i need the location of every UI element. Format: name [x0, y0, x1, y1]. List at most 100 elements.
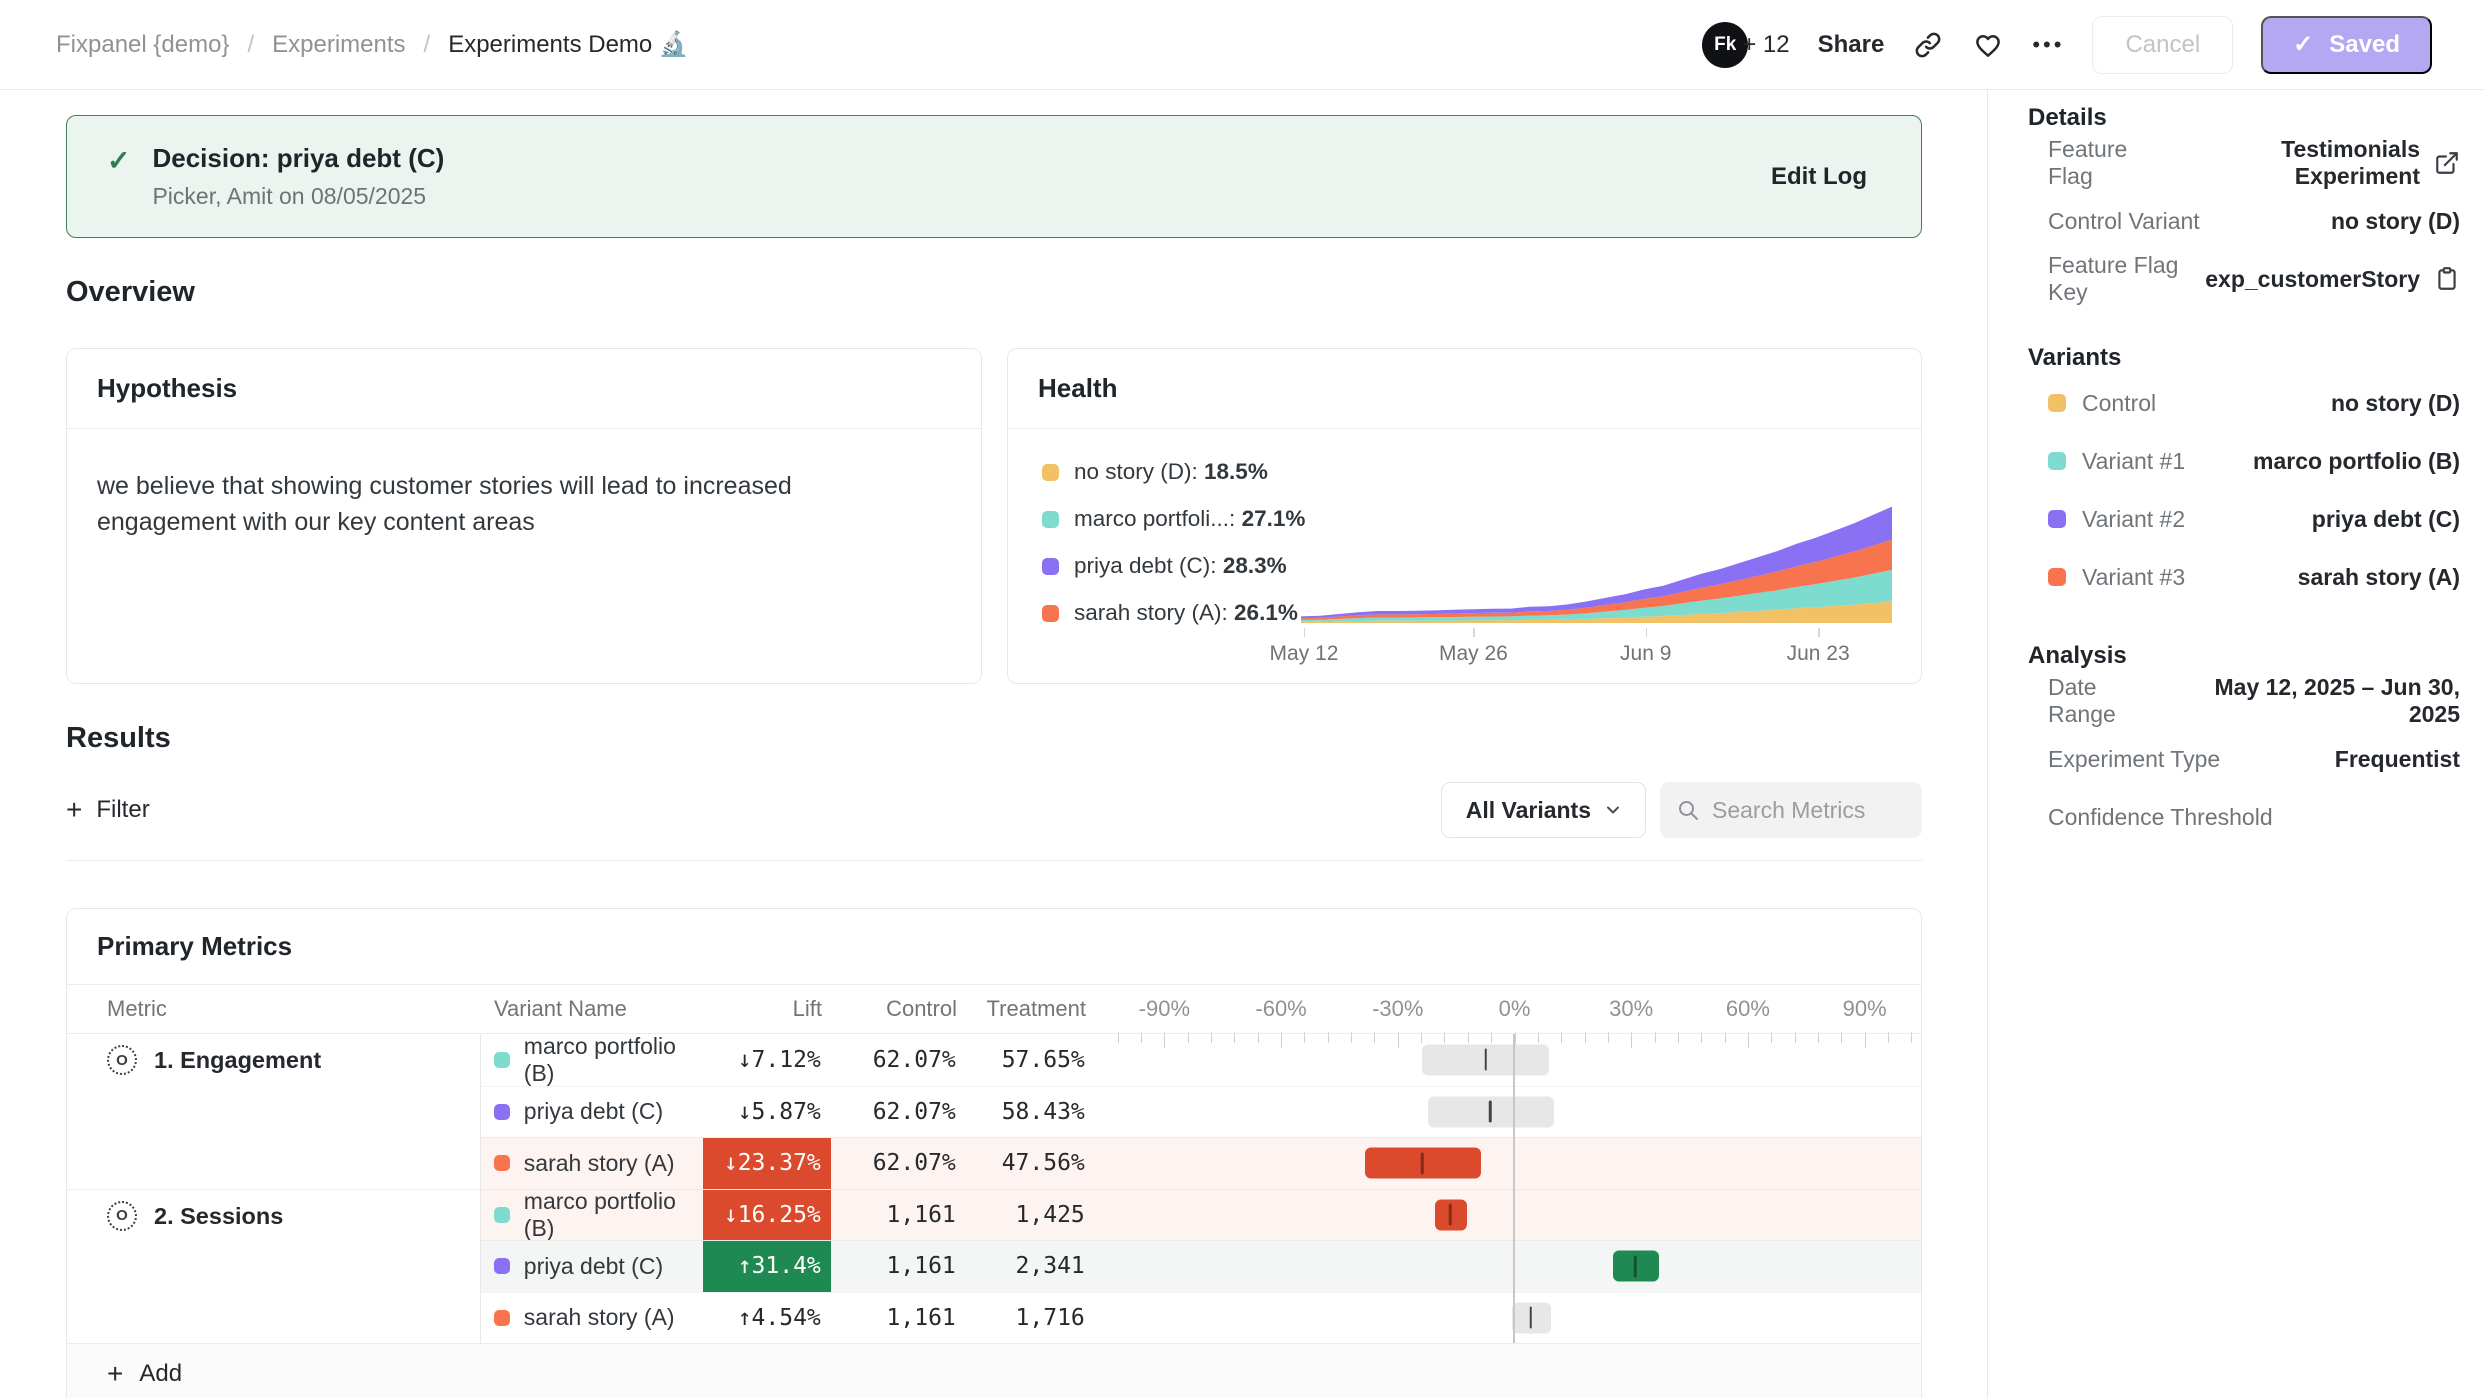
health-card-title: Health — [1008, 349, 1921, 429]
legend-label: no story (D): 18.5% — [1074, 459, 1268, 485]
cancel-button[interactable]: Cancel — [2092, 16, 2233, 74]
variant-name: priya debt (C) — [524, 1098, 663, 1125]
x-tick-label: May 12 — [1270, 642, 1339, 666]
table-body: O1. EngagementO2. Sessionsmarco portfoli… — [67, 1033, 1921, 1343]
ci-bar[interactable] — [1512, 1302, 1551, 1333]
sidebar-row-label: Feature Flag — [2028, 136, 2170, 190]
sidebar-row-value: Frequentist — [2335, 746, 2460, 773]
legend-label: sarah story (A): 26.1% — [1074, 600, 1298, 626]
sidebar-row-value: priya debt (C) — [2312, 506, 2460, 533]
hypothesis-text: we believe that showing customer stories… — [67, 429, 947, 580]
ci-bar[interactable] — [1613, 1251, 1659, 1282]
copy-link-icon[interactable] — [1912, 29, 1944, 61]
sidebar-heading-analysis: Analysis — [2028, 642, 2460, 672]
treatment-cell: 1,425 — [956, 1202, 1085, 1228]
ci-bar[interactable] — [1422, 1044, 1549, 1075]
share-button[interactable]: Share — [1818, 31, 1885, 59]
x-tick-label: May 26 — [1439, 642, 1508, 666]
legend-swatch — [1042, 605, 1059, 622]
favorite-heart-icon[interactable] — [1972, 29, 2004, 61]
variant-name-cell: marco portfolio (B) — [481, 1033, 703, 1087]
table-row[interactable]: sarah story (A)↑4.54%1,1611,716 — [481, 1292, 1921, 1344]
sidebar-value-text: no story (D) — [2331, 208, 2460, 235]
add-metric-button[interactable]: + Add — [67, 1343, 1921, 1398]
sidebar-section-analysis: AnalysisDate RangeMay 12, 2025 – Jun 30,… — [2028, 642, 2460, 846]
sidebar-row: Date RangeMay 12, 2025 – Jun 30, 2025 — [2028, 672, 2460, 730]
treatment-cell: 1,716 — [956, 1305, 1085, 1331]
sidebar-row-label: Variant #2 — [2028, 506, 2185, 533]
ci-zero-line — [1513, 1034, 1515, 1343]
column-header-control: Control — [832, 996, 957, 1022]
health-legend-item[interactable]: sarah story (A): 26.1% — [1042, 600, 1305, 626]
x-tick — [1818, 628, 1820, 637]
column-header-lift: Lift — [704, 996, 832, 1022]
clipboard-icon[interactable] — [2434, 266, 2460, 292]
add-filter-button[interactable]: + Filter — [66, 794, 150, 826]
sidebar-row: Feature FlagTestimonials Experiment — [2028, 134, 2460, 192]
variant-swatch — [2048, 394, 2066, 412]
health-legend-item[interactable]: no story (D): 18.5% — [1042, 459, 1305, 485]
lift-cell: ↓16.25% — [703, 1190, 831, 1241]
search-metrics-input[interactable] — [1712, 797, 1906, 824]
variant-swatch — [494, 1207, 510, 1223]
main-content: ✓ Decision: priya debt (C) Picker, Amit … — [0, 90, 1987, 1398]
hypothesis-card-title: Hypothesis — [67, 349, 981, 429]
breadcrumb: Fixpanel {demo} / Experiments / Experime… — [56, 30, 689, 59]
saved-button[interactable]: ✓ Saved — [2261, 16, 2432, 74]
variant-swatch — [494, 1310, 510, 1326]
variant-name-cell: priya debt (C) — [481, 1098, 703, 1125]
table-row[interactable]: marco portfolio (B)↓7.12%62.07%57.65% — [481, 1034, 1921, 1086]
sidebar-row: Variant #1marco portfolio (B) — [2028, 432, 2460, 490]
metric-group-2-sessions[interactable]: O2. Sessions — [67, 1189, 480, 1344]
ci-mean-tick — [1449, 1204, 1452, 1226]
sidebar-value-text: May 12, 2025 – Jun 30, 2025 — [2167, 674, 2460, 728]
variant-name-cell: marco portfolio (B) — [481, 1188, 703, 1242]
x-tick — [1304, 628, 1306, 637]
sidebar-value-text: sarah story (A) — [2298, 564, 2460, 591]
health-legend-item[interactable]: marco portfoli...: 27.1% — [1042, 506, 1305, 532]
ci-axis-tick-label: -60% — [1255, 996, 1306, 1022]
variants-dropdown[interactable]: All Variants — [1441, 782, 1646, 838]
legend-label: marco portfoli...: 27.1% — [1074, 506, 1305, 532]
sidebar-row-value: May 12, 2025 – Jun 30, 2025 — [2167, 674, 2460, 728]
table-row[interactable]: priya debt (C)↑31.4%1,1612,341 — [481, 1240, 1921, 1292]
breadcrumb-project[interactable]: Fixpanel {demo} — [56, 31, 229, 59]
breadcrumb-experiments[interactable]: Experiments — [272, 31, 405, 59]
edit-log-button[interactable]: Edit Log — [1771, 163, 1867, 191]
ci-bar[interactable] — [1435, 1199, 1466, 1230]
sidebar-row-value[interactable]: Testimonials Experiment — [2170, 136, 2460, 190]
metric-label: 2. Sessions — [154, 1201, 283, 1231]
ci-bar[interactable] — [1428, 1096, 1554, 1127]
control-cell: 1,161 — [831, 1305, 956, 1331]
sidebar-section-details: DetailsFeature FlagTestimonials Experime… — [2028, 104, 2460, 308]
lift-cell: ↑4.54% — [703, 1293, 831, 1344]
collaborator-count[interactable]: + 12 — [1742, 31, 1789, 59]
table-row[interactable]: sarah story (A)↓23.37%62.07%47.56% — [481, 1137, 1921, 1189]
sidebar-row-label: Date Range — [2028, 674, 2167, 728]
ci-axis-tick-label: 0% — [1499, 996, 1531, 1022]
decision-check-icon: ✓ — [107, 144, 130, 177]
external-link-icon[interactable] — [2434, 150, 2460, 176]
health-legend-item[interactable]: priya debt (C): 28.3% — [1042, 553, 1305, 579]
control-cell: 1,161 — [831, 1202, 956, 1228]
ci-bar[interactable] — [1365, 1148, 1481, 1179]
breadcrumb-separator: / — [424, 31, 431, 59]
ci-axis-tick-label: -90% — [1139, 996, 1190, 1022]
decision-title: Decision: priya debt (C) — [152, 143, 1771, 174]
sidebar-row-value[interactable]: exp_customerStory — [2205, 266, 2460, 293]
table-row[interactable]: marco portfolio (B)↓16.25%1,1611,425 — [481, 1189, 1921, 1241]
more-options-button[interactable]: ••• — [2032, 32, 2064, 58]
sidebar-row-value: sarah story (A) — [2298, 564, 2460, 591]
primary-metrics-card: Primary Metrics Metric Variant Name Lift… — [66, 908, 1922, 1398]
sidebar-row: Experiment TypeFrequentist — [2028, 730, 2460, 788]
metric-group-1-engagement[interactable]: O1. Engagement — [67, 1034, 480, 1189]
column-header-variant: Variant Name — [482, 996, 704, 1022]
table-row[interactable]: priya debt (C)↓5.87%62.07%58.43% — [481, 1086, 1921, 1138]
sidebar-row-label: Confidence Threshold — [2028, 804, 2273, 831]
sidebar-value-text: Frequentist — [2335, 746, 2460, 773]
sidebar-value-text: Testimonials Experiment — [2170, 136, 2420, 190]
right-sidebar: DetailsFeature FlagTestimonials Experime… — [1987, 90, 2484, 1398]
sidebar-row-value: marco portfolio (B) — [2253, 448, 2460, 475]
sidebar-row: Control Variantno story (D) — [2028, 192, 2460, 250]
treatment-cell: 58.43% — [956, 1099, 1085, 1125]
